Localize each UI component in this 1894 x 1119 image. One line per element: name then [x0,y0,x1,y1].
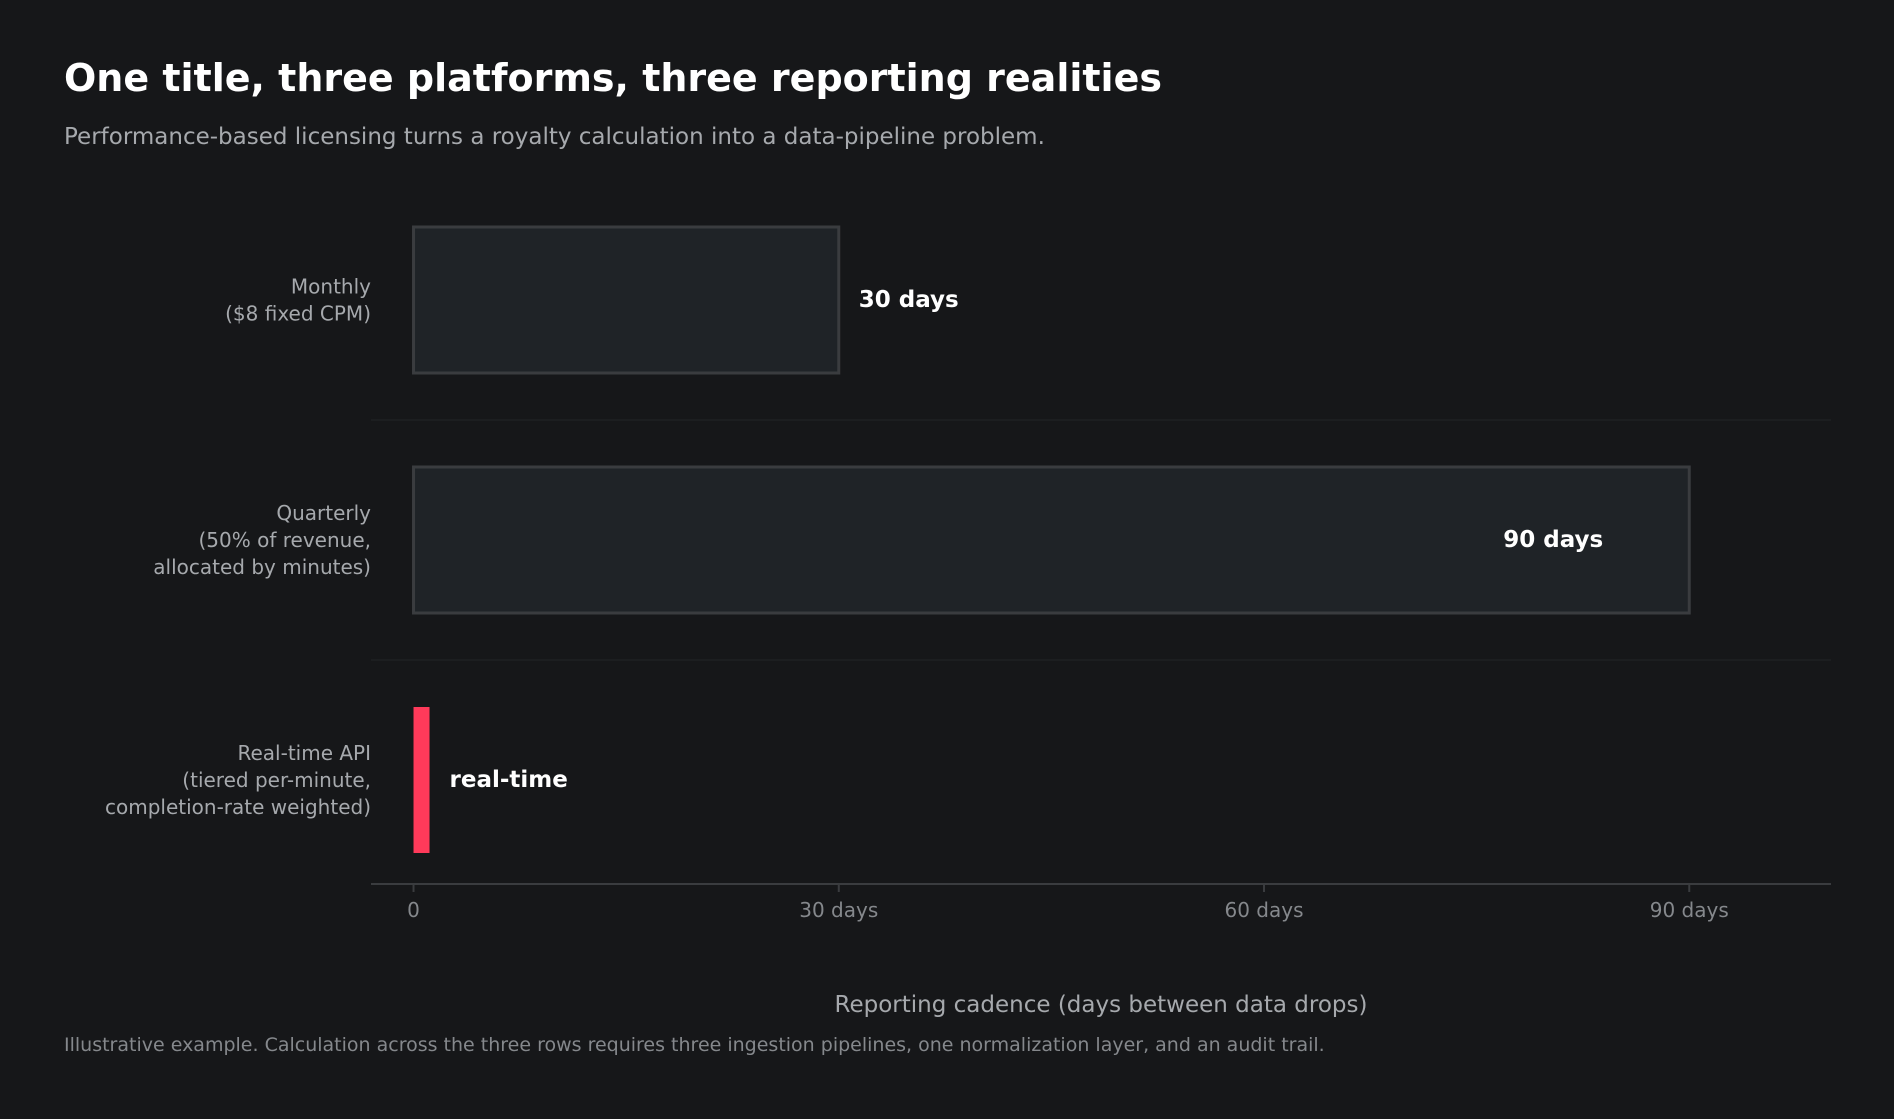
category-label-0-1: ($8 fixed CPM) [225,302,371,326]
x-tick-label-2: 60 days [1225,898,1304,922]
x-tick-label-1: 30 days [799,898,878,922]
category-label-1-0: Quarterly [276,501,371,525]
data-label-0: 30 days [859,287,959,313]
category-label-1-1: (50% of revenue, [199,528,372,552]
bar-1 [412,465,1691,615]
category-label-1-2: allocated by minutes) [153,555,371,579]
category-label-2-2: completion-rate weighted) [105,795,371,819]
x-tick-label-3: 90 days [1650,898,1729,922]
category-label-2-0: Real-time API [237,741,371,765]
data-label-2: real-time [450,767,568,793]
x-tick-label-0: 0 [407,898,420,922]
bar-2 [413,707,430,853]
x-axis-label: Reporting cadence (days between data dro… [835,992,1368,1018]
bar-chart: 30 days Monthly ($8 fixed CPM) 90 days Quart… [105,225,1831,1018]
category-label-0-0: Monthly [291,275,371,299]
data-label-1: 90 days [1503,527,1603,553]
bar-0 [412,225,841,375]
chart-footnote: Illustrative example. Calculation across… [64,1034,1325,1056]
category-label-2-1: (tiered per-minute, [182,768,371,792]
